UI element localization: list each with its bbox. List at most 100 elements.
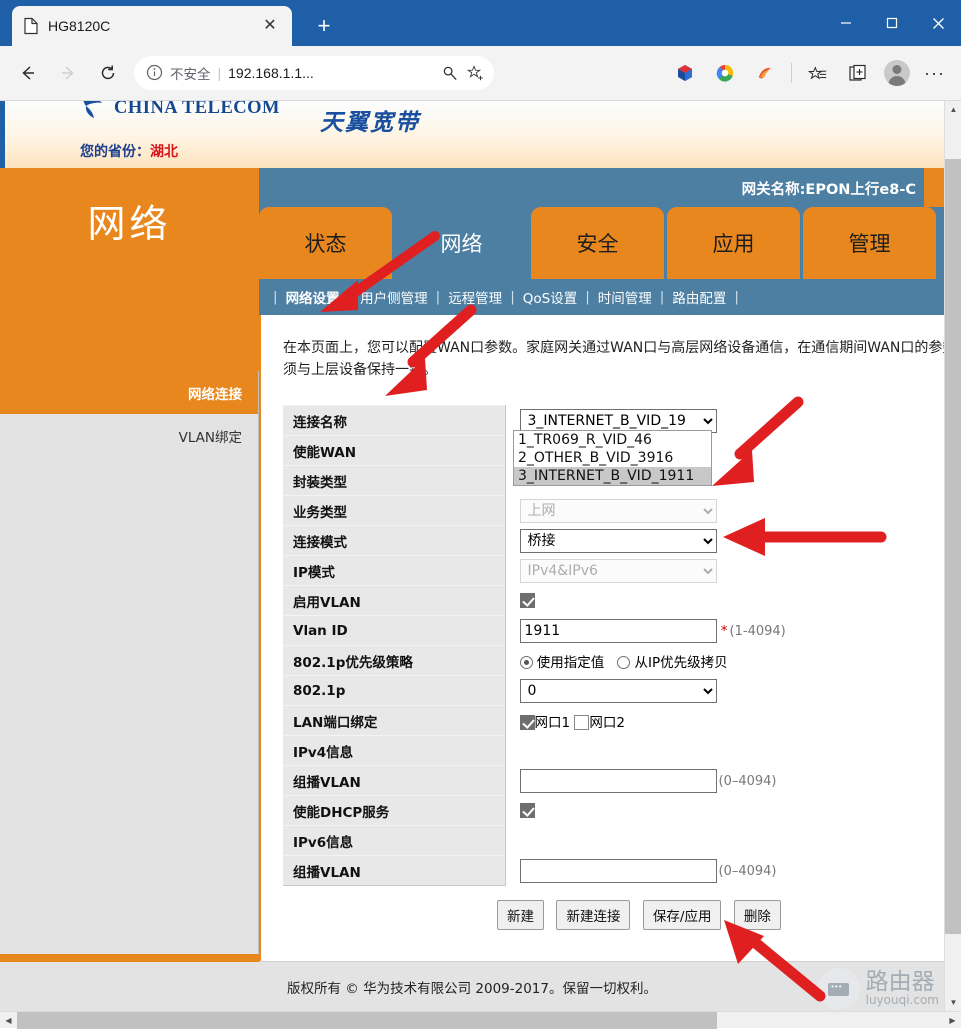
tab-security[interactable]: 安全 [531,207,664,279]
tab-close-icon[interactable]: ✕ [258,14,282,38]
section-title: 网络 [0,193,259,248]
multicast-vlan-ipv6-input[interactable] [520,859,717,883]
multicast-vlan-ipv4-hint: (0–4094) [719,774,777,789]
profile-avatar[interactable] [884,60,910,86]
minimize-button[interactable] [823,0,869,46]
brand-name-en: CHINA TELECOM [114,101,280,119]
back-icon[interactable] [11,56,45,90]
enable-dhcp-checkbox[interactable] [520,803,535,818]
8021p-select[interactable]: 0 [520,679,717,703]
enable-vlan-checkbox[interactable] [520,593,535,608]
browser-window: HG8120C ✕ + [0,0,961,1028]
subnav-item-remote-mgmt[interactable]: 远程管理 [448,287,502,307]
maximize-button[interactable] [869,0,915,46]
collections-icon[interactable] [841,56,875,90]
label-service-type: 业务类型 [283,496,505,526]
vertical-scrollbar[interactable]: ▲ ▼ [944,101,961,1011]
main-content: 在本页面上，您可以配置WAN口参数。家庭网关通过WAN口与高层网络设备通信，在通… [259,315,944,961]
label-enable-vlan: 启用VLAN [283,586,505,616]
favorites-list-icon[interactable] [801,56,835,90]
favorite-star-icon[interactable] [464,61,488,85]
more-menu-icon[interactable]: ··· [916,64,953,82]
copy-from-ip-priority-radio[interactable] [617,656,630,669]
value-ip-mode: IPv4&IPv6 [505,556,944,586]
multicast-vlan-ipv4-input[interactable] [520,769,717,793]
lan-port-2-checkbox[interactable] [574,715,589,730]
value-8021p: 0 [505,676,944,706]
browser-titlebar: HG8120C ✕ + [0,0,961,46]
ip-mode-select[interactable]: IPv4&IPv6 [520,559,717,583]
scroll-right-arrow-icon[interactable]: ▶ [944,1012,961,1029]
sidebar-item-vlan-binding[interactable]: VLAN绑定 [0,414,258,457]
new-tab-button[interactable]: + [310,14,338,40]
connection-mode-select[interactable]: 桥接 [520,529,717,553]
footer-accent [0,954,259,962]
lan-port-1-checkbox[interactable] [520,715,535,730]
brand-subtitle: 天翼宽带 [320,103,420,137]
subnav-item-network-settings[interactable]: 网络设置 [286,287,340,307]
subnav-item-route-config[interactable]: 路由配置 [672,287,726,307]
dropdown-option-other[interactable]: 2_OTHER_B_VID_3916 [514,449,711,467]
value-enable-vlan [505,586,944,616]
horizontal-scroll-thumb[interactable] [17,1012,717,1029]
label-vlan-id: Vlan ID [283,616,505,646]
forward-icon[interactable] [51,56,85,90]
extension-cube-icon[interactable] [668,56,702,90]
copy-from-ip-priority-label: 从IP优先级拷贝 [634,655,727,671]
label-ip-mode: IP模式 [283,556,505,586]
label-enable-dhcp: 使能DHCP服务 [283,796,505,826]
address-bar[interactable]: 不安全 | 192.168.1.1... [134,56,494,90]
tab-title: HG8120C [48,18,258,34]
connection-name-select[interactable]: 3_INTERNET_B_VID_19 [520,409,717,433]
scroll-left-arrow-icon[interactable]: ◀ [0,1012,17,1029]
gateway-header-bar: 网关名称:EPON上行e8-C [259,168,944,207]
use-specified-value-radio[interactable] [520,656,533,669]
gateway-bar-accent [924,168,944,207]
connection-name-dropdown-list[interactable]: 1_TR069_R_VID_46 2_OTHER_B_VID_3916 3_IN… [513,430,712,486]
sidebar-item-network-connection[interactable]: 网络连接 [0,371,258,414]
telecom-banner: CHINA TELECOM 天翼宽带 您的省份：湖北 [0,101,944,168]
table-row: Vlan ID *(1-4094) [283,616,944,646]
url-text[interactable]: 192.168.1.1... [228,65,436,81]
vlan-id-input[interactable] [520,619,717,643]
label-ipv4-info: IPv4信息 [283,736,505,766]
form-action-buttons: 新建 新建连接 保存/应用 删除 [497,900,944,930]
browser-tab[interactable]: HG8120C ✕ [12,6,292,46]
dropdown-option-internet[interactable]: 3_INTERNET_B_VID_1911 [514,467,711,485]
vertical-scroll-thumb[interactable] [945,159,961,934]
service-type-select[interactable]: 上网 [520,499,717,523]
label-encapsulation-type: 封装类型 [283,466,505,496]
save-apply-button[interactable]: 保存/应用 [643,900,722,930]
table-row: LAN端口绑定 网口1 网口2 [283,706,944,736]
tab-application[interactable]: 应用 [667,207,800,279]
province-value: 湖北 [150,144,178,160]
tab-status[interactable]: 状态 [259,207,392,279]
table-row: 802.1p 0 [283,676,944,706]
subnav-item-time-mgmt[interactable]: 时间管理 [598,287,652,307]
value-lan-port-binding: 网口1 网口2 [505,706,944,736]
reload-icon[interactable] [91,56,125,90]
new-button[interactable]: 新建 [497,900,544,930]
search-key-icon[interactable] [438,61,462,85]
tab-management[interactable]: 管理 [803,207,936,279]
browser-ring-icon[interactable] [708,56,742,90]
dropdown-option-tr069[interactable]: 1_TR069_R_VID_46 [514,431,711,449]
subnav-sep-3: | [502,289,523,305]
subnav-item-qos[interactable]: QoS设置 [523,287,577,307]
close-button[interactable] [915,0,961,46]
label-connection-mode: 连接模式 [283,526,505,556]
value-service-type: 上网 [505,496,944,526]
watermark-text-zh: 路由器 [866,971,939,993]
delete-button[interactable]: 删除 [734,900,781,930]
new-connection-button[interactable]: 新建连接 [556,900,630,930]
subnav-sep-0: | [265,289,286,305]
subnav-item-user-side-mgmt[interactable]: 用户侧管理 [360,287,428,307]
scroll-down-arrow-icon[interactable]: ▼ [945,994,961,1011]
scroll-up-arrow-icon[interactable]: ▲ [945,101,961,118]
tab-network[interactable]: 网络 [395,207,528,279]
info-circle-icon[interactable] [146,64,164,82]
sogou-icon[interactable] [748,56,782,90]
page-description: 在本页面上，您可以配置WAN口参数。家庭网关通过WAN口与高层网络设备通信，在通… [283,337,944,381]
horizontal-scrollbar[interactable]: ◀ ▶ [0,1011,961,1028]
vlan-id-required-mark: * [721,623,728,639]
